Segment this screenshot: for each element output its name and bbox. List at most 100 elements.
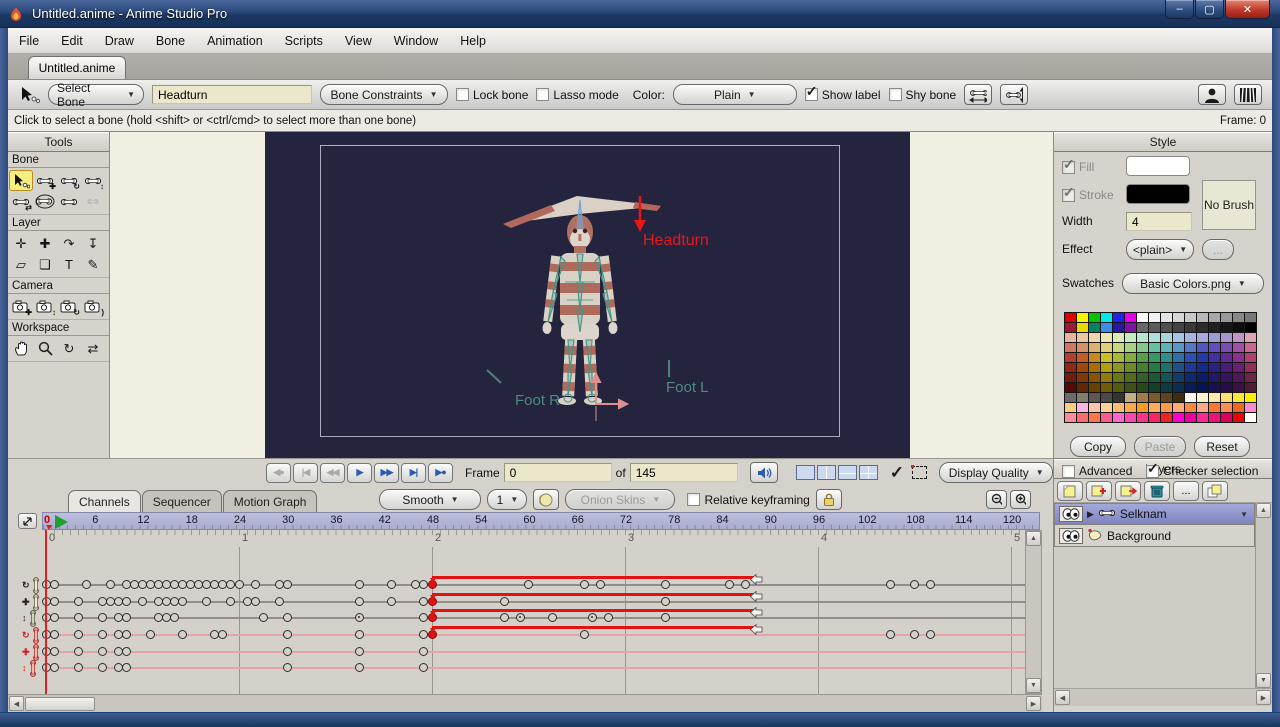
swatch-0-6[interactable] [1137,313,1148,322]
swatch-6-6[interactable] [1137,373,1148,382]
keyframe-bone-scale-channel-f68[interactable] [588,613,597,622]
keyframe-selected-bone-translation-channel-f47[interactable] [419,647,428,656]
swatch-6-7[interactable] [1149,373,1160,382]
swatch-7-7[interactable] [1149,383,1160,392]
swatch-5-4[interactable] [1113,363,1124,372]
swatch-2-10[interactable] [1185,333,1196,342]
pan-workspace-tool[interactable] [9,338,33,359]
swatch-5-8[interactable] [1161,363,1172,372]
select-bone-dropdown[interactable]: Select Bone▼ [48,84,144,105]
swatch-5-14[interactable] [1233,363,1244,372]
keyframe-bone-angle-channel-f69[interactable] [596,580,605,589]
swatch-7-12[interactable] [1209,383,1220,392]
swatch-0-9[interactable] [1173,313,1184,322]
tab-motion-graph[interactable]: Motion Graph [223,490,318,512]
shear-layer-tool[interactable]: ▱ [9,254,33,275]
lock-bone-checkbox[interactable] [456,88,469,101]
swatch-6-11[interactable] [1197,373,1208,382]
menu-window[interactable]: Window [383,28,449,54]
swatch-1-2[interactable] [1089,323,1100,332]
keyframe-bone-scale-channel-f1[interactable] [50,613,59,622]
tab-channels[interactable]: Channels [68,490,141,512]
previous-keyframe-button[interactable]: |◀ [293,463,318,483]
play-button[interactable]: ▶ [347,463,372,483]
swatch-5-1[interactable] [1077,363,1088,372]
swatch-4-10[interactable] [1185,353,1196,362]
swatch-4-8[interactable] [1161,353,1172,362]
swatch-2-11[interactable] [1197,333,1208,342]
swatch-0-8[interactable] [1161,313,1172,322]
keyframe-selected-bone-angle-channel-f10[interactable] [122,630,131,639]
audio-mute-button[interactable] [750,462,778,483]
swatch-8-7[interactable] [1149,393,1160,402]
swatch-3-10[interactable] [1185,343,1196,352]
swatch-8-9[interactable] [1173,393,1184,402]
keyframe-bone-angle-channel-f67[interactable] [580,580,589,589]
copy-style-button[interactable]: Copy [1070,436,1126,457]
timeline-zoom-out-button[interactable] [986,490,1007,509]
swatch-0-3[interactable] [1101,313,1112,322]
swatch-5-5[interactable] [1125,363,1136,372]
keyframe-bone-angle-channel-f105[interactable] [886,580,895,589]
keyframe-bone-scale-channel-f59[interactable] [516,613,525,622]
relative-keyframing-option[interactable]: Relative keyframing [687,493,809,507]
onion-skin-toggle-button[interactable] [533,489,559,510]
timeline-tracks[interactable]: 012345↻✚↕↻✚↕ [8,530,1042,694]
swatch-9-6[interactable] [1137,403,1148,412]
keyframe-bone-angle-channel-f43[interactable] [387,580,396,589]
selection-bar-end-arrow-bone-scale-channel[interactable] [750,605,763,623]
insert-text-tool[interactable]: T [57,254,81,275]
swatch-7-5[interactable] [1125,383,1136,392]
menu-animation[interactable]: Animation [196,28,274,54]
swatch-6-0[interactable] [1065,373,1076,382]
tab-sequencer[interactable]: Sequencer [142,490,222,512]
show-frame-outline-icon[interactable] [912,466,928,479]
keyframe-selected-bone-translation-channel-f4[interactable] [74,647,83,656]
advanced-option[interactable]: Advanced [1062,464,1132,478]
swatch-2-6[interactable] [1137,333,1148,342]
swatch-10-4[interactable] [1113,413,1124,422]
timeline-hscroll-thumb[interactable] [25,697,95,711]
checker-selection-checkbox[interactable]: ✓ [1146,465,1159,478]
swatch-3-11[interactable] [1197,343,1208,352]
swatch-2-9[interactable] [1173,333,1184,342]
swatch-1-6[interactable] [1137,323,1148,332]
keyframe-bone-angle-channel-f5[interactable] [82,580,91,589]
swatch-8-13[interactable] [1221,393,1232,402]
layer-options-button[interactable]: ... [1173,481,1199,501]
swatch-7-9[interactable] [1173,383,1184,392]
menu-view[interactable]: View [334,28,383,54]
swatch-3-5[interactable] [1125,343,1136,352]
swatch-3-8[interactable] [1161,343,1172,352]
paste-style-button[interactable]: Paste [1134,436,1186,457]
swatch-2-15[interactable] [1245,333,1256,342]
checker-selection-option[interactable]: ✓ Checker selection [1146,464,1258,478]
headturn-bone-arrow[interactable] [634,196,646,232]
keyframe-bone-translation-channel-f26[interactable] [251,597,260,606]
keyframe-bone-translation-channel-f20[interactable] [202,597,211,606]
swatch-7-10[interactable] [1185,383,1196,392]
swatch-3-6[interactable] [1137,343,1148,352]
canvas[interactable]: Headturn Foot R Foot L [265,132,910,458]
keyframe-bone-scale-channel-f70[interactable] [604,613,613,622]
swatch-0-1[interactable] [1077,313,1088,322]
swatch-4-13[interactable] [1221,353,1232,362]
swatch-7-0[interactable] [1065,383,1076,392]
keyframe-bone-translation-channel-f57[interactable] [500,597,509,606]
swatch-4-7[interactable] [1149,353,1160,362]
keyframe-selected-bone-scale-channel-f1[interactable] [50,663,59,672]
swatch-9-10[interactable] [1185,403,1196,412]
library-button[interactable] [1234,84,1262,105]
swatch-4-9[interactable] [1173,353,1184,362]
swatch-6-3[interactable] [1101,373,1112,382]
swatch-1-9[interactable] [1173,323,1184,332]
duplicate-layer-button[interactable] [1202,481,1228,501]
bone-strength-tool[interactable] [33,191,57,212]
effect-options-button[interactable]: ... [1202,239,1234,260]
roll-camera-tool[interactable]: ↻ [57,296,81,317]
swatch-6-10[interactable] [1185,373,1196,382]
swatch-7-14[interactable] [1233,383,1244,392]
layer-dropdown-arrow[interactable]: ▼ [1240,510,1248,519]
layers-hscroll-right[interactable]: ▶ [1256,690,1271,705]
swatch-5-12[interactable] [1209,363,1220,372]
